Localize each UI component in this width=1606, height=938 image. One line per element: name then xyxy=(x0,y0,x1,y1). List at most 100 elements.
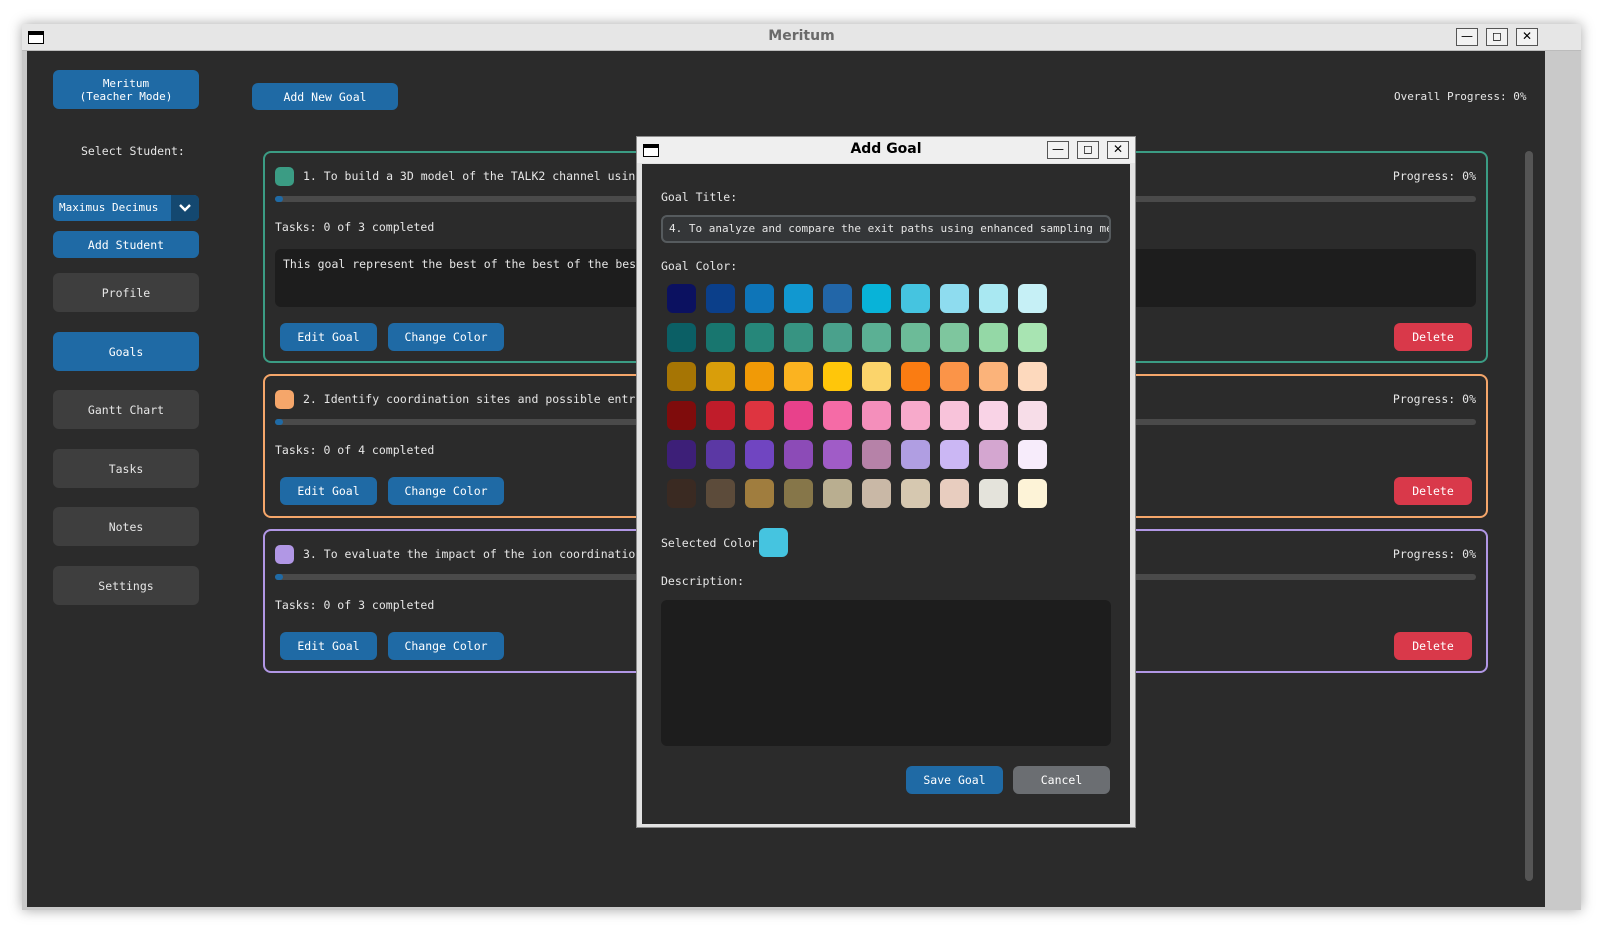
color-swatch[interactable] xyxy=(706,323,735,352)
color-swatch[interactable] xyxy=(745,440,774,469)
color-swatch[interactable] xyxy=(823,323,852,352)
minimize-button[interactable]: — xyxy=(1456,28,1478,46)
color-swatch[interactable] xyxy=(1018,362,1047,391)
color-swatch[interactable] xyxy=(940,401,969,430)
color-swatch[interactable] xyxy=(901,323,930,352)
color-swatch[interactable] xyxy=(862,284,891,313)
nav-tasks[interactable]: Tasks xyxy=(53,449,199,488)
color-swatch[interactable] xyxy=(706,284,735,313)
color-swatch[interactable] xyxy=(940,284,969,313)
add-new-goal-button[interactable]: Add New Goal xyxy=(252,83,398,110)
nav-gantt-chart[interactable]: Gantt Chart xyxy=(53,390,199,429)
color-swatch[interactable] xyxy=(667,323,696,352)
change-color-button[interactable]: Change Color xyxy=(388,323,504,351)
color-swatch[interactable] xyxy=(1018,440,1047,469)
color-swatch[interactable] xyxy=(979,401,1008,430)
color-swatch[interactable] xyxy=(1018,479,1047,508)
chevron-down-icon[interactable] xyxy=(171,195,199,221)
color-swatch[interactable] xyxy=(784,401,813,430)
color-swatch[interactable] xyxy=(862,323,891,352)
color-swatch[interactable] xyxy=(667,479,696,508)
color-swatch[interactable] xyxy=(745,479,774,508)
goal-color-label: Goal Color: xyxy=(661,259,738,273)
color-swatch[interactable] xyxy=(901,362,930,391)
edit-goal-button[interactable]: Edit Goal xyxy=(280,477,377,505)
dialog-minimize-button[interactable]: — xyxy=(1047,141,1069,159)
nav-profile[interactable]: Profile xyxy=(53,273,199,312)
color-swatch[interactable] xyxy=(784,323,813,352)
color-swatch[interactable] xyxy=(706,401,735,430)
add-student-button[interactable]: Add Student xyxy=(53,231,199,258)
color-swatch[interactable] xyxy=(862,362,891,391)
cancel-button[interactable]: Cancel xyxy=(1013,766,1110,794)
change-color-button[interactable]: Change Color xyxy=(388,632,504,660)
color-swatch[interactable] xyxy=(706,479,735,508)
color-swatch[interactable] xyxy=(1018,284,1047,313)
edit-goal-button[interactable]: Edit Goal xyxy=(280,632,377,660)
color-swatch[interactable] xyxy=(667,362,696,391)
goal-form: Goal Title: 4. To analyze and compare th… xyxy=(656,183,1116,802)
color-swatch[interactable] xyxy=(667,440,696,469)
color-swatch[interactable] xyxy=(979,323,1008,352)
color-swatch[interactable] xyxy=(745,284,774,313)
color-swatch[interactable] xyxy=(940,479,969,508)
selected-color-label: Selected Color: xyxy=(661,536,765,550)
color-swatch[interactable] xyxy=(706,362,735,391)
color-swatch[interactable] xyxy=(901,440,930,469)
color-swatch[interactable] xyxy=(940,323,969,352)
description-textarea[interactable] xyxy=(661,600,1111,746)
goal-title-input[interactable]: 4. To analyze and compare the exit paths… xyxy=(661,215,1111,243)
color-swatch[interactable] xyxy=(823,284,852,313)
nav-goals[interactable]: Goals xyxy=(53,332,199,371)
delete-goal-button[interactable]: Delete xyxy=(1394,477,1472,505)
color-swatch[interactable] xyxy=(784,284,813,313)
color-swatch[interactable] xyxy=(862,479,891,508)
color-swatch[interactable] xyxy=(784,440,813,469)
maximize-button[interactable]: ◻ xyxy=(1486,28,1508,46)
color-swatch[interactable] xyxy=(745,323,774,352)
close-button[interactable]: ✕ xyxy=(1516,28,1538,46)
delete-goal-button[interactable]: Delete xyxy=(1394,323,1472,351)
color-swatch[interactable] xyxy=(862,440,891,469)
app-mode-button[interactable]: Meritum (Teacher Mode) xyxy=(53,70,199,109)
goal-tasks-count: Tasks: 0 of 3 completed xyxy=(275,598,435,612)
dialog-close-button[interactable]: ✕ xyxy=(1107,141,1129,159)
color-swatch[interactable] xyxy=(979,362,1008,391)
color-swatch[interactable] xyxy=(667,401,696,430)
goal-progress: Progress: 0% xyxy=(1392,392,1476,406)
vertical-scrollbar[interactable] xyxy=(1525,151,1533,881)
color-swatch[interactable] xyxy=(823,479,852,508)
color-swatch[interactable] xyxy=(745,401,774,430)
dialog-titlebar[interactable]: Add Goal — ◻ ✕ xyxy=(637,137,1135,163)
nav-notes[interactable]: Notes xyxy=(53,507,199,546)
edit-goal-button[interactable]: Edit Goal xyxy=(280,323,377,351)
delete-goal-button[interactable]: Delete xyxy=(1394,632,1472,660)
color-swatch[interactable] xyxy=(823,440,852,469)
color-swatch[interactable] xyxy=(784,362,813,391)
color-swatch[interactable] xyxy=(940,362,969,391)
color-swatch[interactable] xyxy=(823,362,852,391)
goal-color-dot xyxy=(275,390,294,409)
color-swatch[interactable] xyxy=(667,284,696,313)
change-color-button[interactable]: Change Color xyxy=(388,477,504,505)
student-select[interactable]: Maximus Decimus xyxy=(53,195,199,221)
color-swatch[interactable] xyxy=(940,440,969,469)
color-swatch[interactable] xyxy=(823,401,852,430)
color-swatch[interactable] xyxy=(901,401,930,430)
color-swatch[interactable] xyxy=(979,440,1008,469)
window-titlebar[interactable]: Meritum — ◻ ✕ xyxy=(22,24,1581,51)
dialog-maximize-button[interactable]: ◻ xyxy=(1077,141,1099,159)
color-swatch[interactable] xyxy=(979,284,1008,313)
save-goal-button[interactable]: Save Goal xyxy=(906,766,1003,794)
color-swatch[interactable] xyxy=(979,479,1008,508)
color-swatch[interactable] xyxy=(862,401,891,430)
color-swatch[interactable] xyxy=(1018,401,1047,430)
select-student-label: Select Student: xyxy=(81,144,185,158)
color-swatch[interactable] xyxy=(706,440,735,469)
color-swatch[interactable] xyxy=(1018,323,1047,352)
nav-settings[interactable]: Settings xyxy=(53,566,199,605)
color-swatch[interactable] xyxy=(901,284,930,313)
color-swatch[interactable] xyxy=(745,362,774,391)
color-swatch[interactable] xyxy=(901,479,930,508)
color-swatch[interactable] xyxy=(784,479,813,508)
